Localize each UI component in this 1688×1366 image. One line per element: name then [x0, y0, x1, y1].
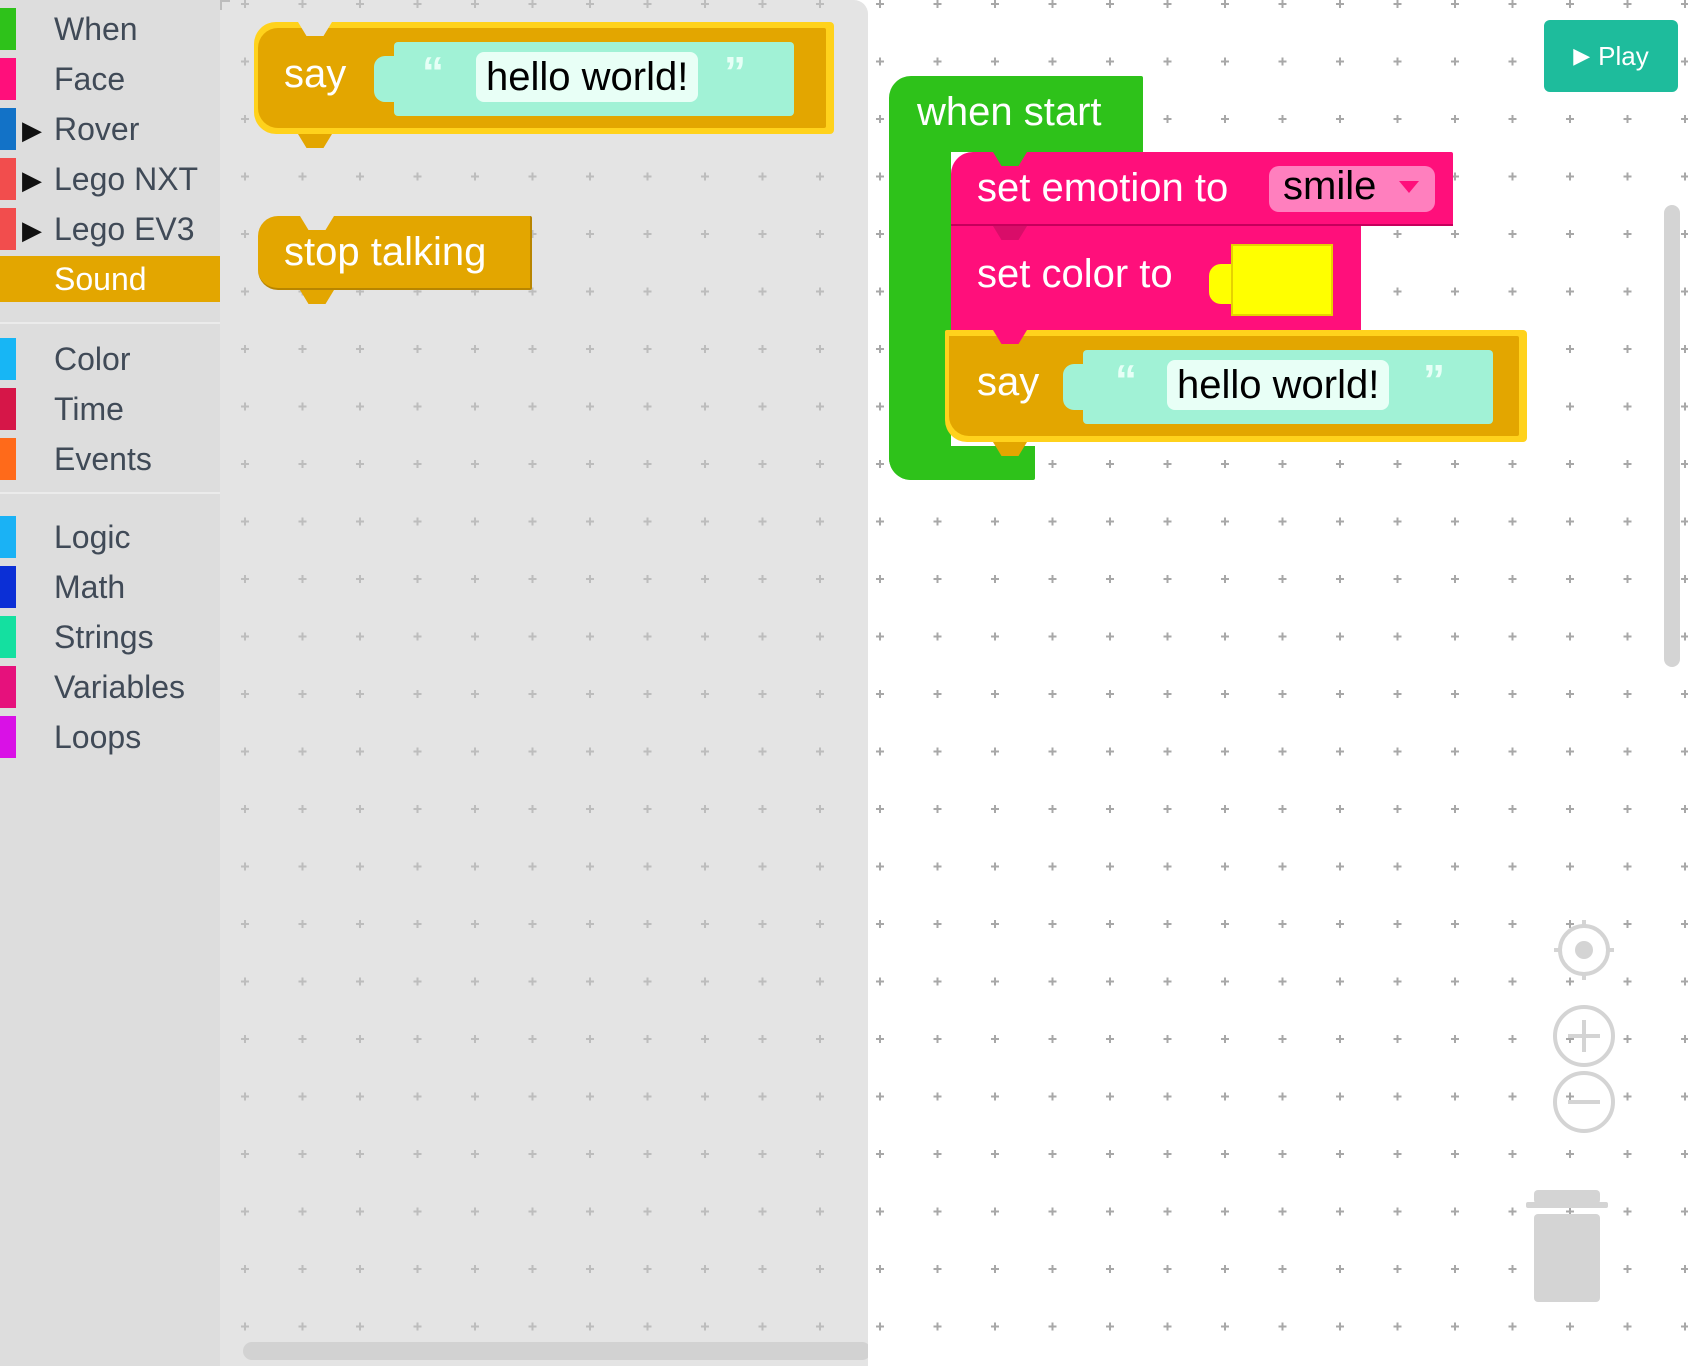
- string-value-field[interactable]: hello world!: [476, 52, 699, 102]
- triangle-down-icon: [1399, 181, 1419, 193]
- string-block[interactable]: “ hello world! ”: [1083, 350, 1493, 424]
- when-start-label: when start: [917, 90, 1102, 134]
- category-color-swatch: [0, 208, 16, 250]
- category-color-swatch: [0, 258, 16, 300]
- category-label: Color: [54, 341, 131, 377]
- close-quote-icon: ”: [1423, 356, 1445, 405]
- category-logic[interactable]: Logic: [0, 514, 220, 560]
- category-label: Variables: [54, 669, 186, 705]
- stop-talking-block[interactable]: stop talking: [258, 216, 532, 304]
- open-quote-icon: “: [422, 48, 444, 97]
- category-separator: [0, 492, 220, 494]
- category-color-swatch: [0, 516, 16, 558]
- play-icon: ▶: [1573, 43, 1591, 68]
- category-face[interactable]: Face: [0, 56, 220, 102]
- expand-arrow-icon[interactable]: ▶: [22, 165, 42, 196]
- expand-arrow-icon[interactable]: ▶: [22, 215, 42, 246]
- input-plug: [374, 56, 396, 102]
- say-label: say: [977, 360, 1040, 404]
- close-quote-icon: ”: [724, 48, 746, 97]
- category-label: When: [54, 11, 138, 47]
- trash-icon[interactable]: [1526, 1190, 1608, 1302]
- string-value-field[interactable]: hello world!: [1167, 360, 1390, 410]
- category-events[interactable]: Events: [0, 436, 220, 482]
- string-block[interactable]: “ hello world! ”: [394, 42, 794, 116]
- category-color-swatch: [0, 616, 16, 658]
- category-rover[interactable]: ▶ Rover: [0, 106, 220, 152]
- category-label: Lego NXT: [54, 161, 199, 197]
- flyout-grid: [241, 0, 824, 1331]
- category-color-swatch: [0, 338, 16, 380]
- target-icon[interactable]: [1552, 918, 1616, 982]
- category-color-swatch: [0, 8, 16, 50]
- category-label: Logic: [54, 519, 131, 555]
- set-emotion-label: set emotion to: [977, 166, 1229, 210]
- category-color-swatch: [0, 158, 16, 200]
- category-label: Events: [54, 441, 152, 477]
- flyout-scrollbar[interactable]: [243, 1342, 871, 1360]
- category-when[interactable]: When: [0, 6, 220, 52]
- input-plug: [1209, 264, 1231, 304]
- category-label: Sound: [54, 261, 147, 297]
- category-math[interactable]: Math: [0, 564, 220, 610]
- category-label: Rover: [54, 111, 140, 147]
- category-strings[interactable]: Strings: [0, 614, 220, 660]
- category-label: Lego EV3: [54, 211, 195, 247]
- set-emotion-block[interactable]: set emotion to smile: [951, 152, 1453, 226]
- workspace-scrollbar[interactable]: [1664, 205, 1680, 667]
- play-label: Play: [1598, 40, 1649, 71]
- category-variables[interactable]: Variables: [0, 664, 220, 710]
- emotion-dropdown[interactable]: smile: [1269, 164, 1435, 212]
- category-label: Strings: [54, 619, 154, 655]
- category-color-swatch: [0, 716, 16, 758]
- block-flyout: say “ hello world! ” stop talking: [220, 0, 868, 1366]
- category-label: Loops: [54, 719, 142, 755]
- category-loops[interactable]: Loops: [0, 714, 220, 760]
- category-sound[interactable]: Sound: [0, 256, 220, 302]
- say-block[interactable]: say “ hello world! ”: [254, 22, 834, 148]
- category-separator: [0, 322, 220, 324]
- category-label: Math: [54, 569, 126, 605]
- category-lego-nxt[interactable]: ▶ Lego NXT: [0, 156, 220, 202]
- category-label: Face: [54, 61, 126, 97]
- category-color-swatch: [0, 388, 16, 430]
- color-swatch-input[interactable]: [1231, 244, 1333, 316]
- category-label: Time: [54, 391, 124, 427]
- input-plug: [1063, 364, 1085, 410]
- category-color-swatch: [0, 108, 16, 150]
- plus-icon[interactable]: [1552, 1004, 1616, 1068]
- category-color-swatch: [0, 58, 16, 100]
- category-color-swatch: [0, 666, 16, 708]
- expand-arrow-icon[interactable]: ▶: [22, 115, 42, 146]
- set-color-label: set color to: [977, 252, 1173, 296]
- say-block-workspace[interactable]: say “ hello world! ”: [945, 330, 1527, 456]
- category-color-swatch: [0, 566, 16, 608]
- say-label: say: [284, 52, 347, 96]
- category-color-swatch: [0, 438, 16, 480]
- minus-icon[interactable]: [1552, 1070, 1616, 1134]
- category-lego-ev3[interactable]: ▶ Lego EV3: [0, 206, 220, 252]
- open-quote-icon: “: [1115, 356, 1137, 405]
- stop-talking-label: stop talking: [284, 230, 487, 274]
- when-start-spine: [889, 146, 951, 480]
- category-color[interactable]: Color: [0, 336, 220, 382]
- emotion-value: smile: [1283, 164, 1377, 208]
- set-color-block[interactable]: set color to: [951, 226, 1361, 330]
- play-button[interactable]: ▶ Play: [1544, 20, 1678, 92]
- category-time[interactable]: Time: [0, 386, 220, 432]
- toolbox: When Face ▶ Rover ▶ Lego NXT ▶ Lego EV3 …: [0, 0, 220, 1366]
